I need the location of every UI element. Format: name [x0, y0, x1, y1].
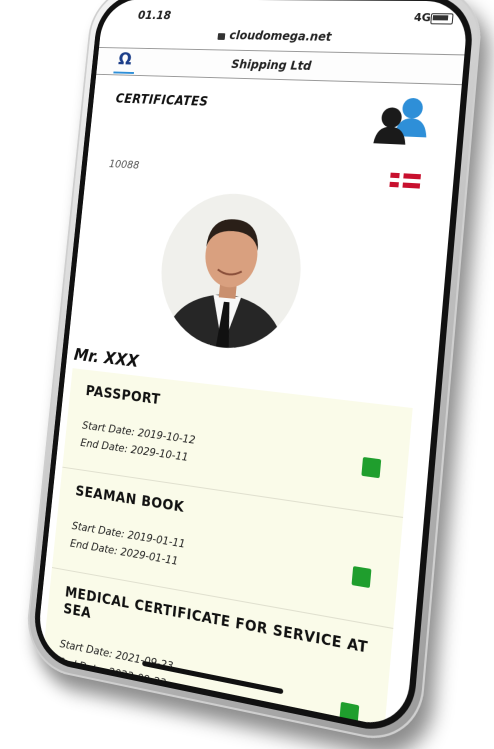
id-code: 10088	[108, 157, 140, 172]
status-time: 01.18	[137, 8, 172, 23]
status-ok-icon	[351, 566, 372, 589]
lock-icon	[217, 33, 226, 40]
users-icon[interactable]	[371, 95, 432, 146]
danish-flag-icon[interactable]	[389, 172, 421, 189]
phone-device: 01.18 4G cloudomega.net Ω Shipping Ltd C…	[22, 0, 485, 749]
main-content: CERTIFICATES 10088 Mr. XXX PASSPORT Star…	[36, 75, 462, 731]
status-ok-icon	[361, 456, 382, 479]
company-name: Shipping Ltd	[230, 57, 312, 73]
page-title: CERTIFICATES	[115, 92, 209, 110]
url-text: cloudomega.net	[228, 28, 333, 44]
screenshot-stage: 01.18 4G cloudomega.net Ω Shipping Ltd C…	[0, 0, 494, 749]
title-row: CERTIFICATES	[112, 87, 434, 152]
network-indicator: 4G	[413, 10, 432, 25]
status-bar: 01.18 4G	[101, 0, 469, 32]
profile-photo	[154, 189, 308, 356]
phone-screen: 01.18 4G cloudomega.net Ω Shipping Ltd C…	[36, 0, 470, 731]
omega-logo-icon[interactable]: Ω	[113, 49, 137, 74]
battery-icon	[430, 13, 454, 25]
profile-photo-area	[91, 186, 424, 372]
